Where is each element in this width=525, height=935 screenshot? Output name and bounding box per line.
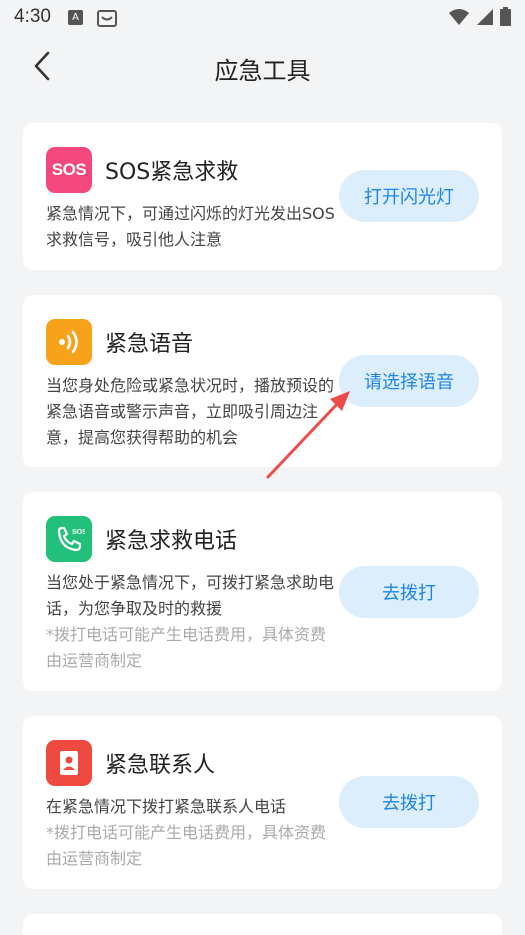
tool-desc: 当您身处危险或紧急状况时，播放预设的紧急语音或警示声音，立即吸引周边注意，提高您… <box>46 373 336 451</box>
tool-desc: 紧急情况下，可通过闪烁的灯光发出SOS求救信号，吸引他人注意 <box>46 201 336 253</box>
tool-desc-text: 在紧急情况下拨打紧急联系人电话 <box>46 797 287 816</box>
tool-title: 紧急求救电话 <box>105 529 238 554</box>
tool-card-contact: 紧急联系人 在紧急情况下拨打紧急联系人电话 *拨打电话可能产生电话费用，具体资费… <box>23 716 502 889</box>
status-bar: 4:30 A <box>0 0 525 34</box>
tool-title: 紧急语音 <box>105 332 194 357</box>
contact-card-icon <box>46 740 92 786</box>
signal-icon <box>477 8 493 25</box>
dial-emergency-button[interactable]: 去拨打 <box>339 566 479 618</box>
tool-card-partial <box>23 914 502 935</box>
tool-note: *拨打电话可能产生电话费用，具体资费由运营商制定 <box>46 625 327 670</box>
nav-bar: 应急工具 <box>0 34 525 98</box>
select-voice-button[interactable]: 请选择语音 <box>339 355 479 407</box>
tool-desc: 当您处于紧急情况下，可拨打紧急求助电话，为您争取及时的救援 *拨打电话可能产生电… <box>46 570 336 674</box>
face-tray-icon <box>97 10 117 27</box>
status-time: 4:30 <box>14 6 51 27</box>
tool-title: 紧急联系人 <box>105 753 216 778</box>
phone-glyph: SOS <box>57 526 85 552</box>
font-a-icon: A <box>68 10 83 25</box>
tool-card-sos: SOS SOS紧急求救 紧急情况下，可通过闪烁的灯光发出SOS求救信号，吸引他人… <box>23 123 502 270</box>
tool-desc-text: 紧急情况下，可通过闪烁的灯光发出SOS求救信号，吸引他人注意 <box>46 204 335 249</box>
status-right-icons <box>448 7 511 26</box>
wifi-icon <box>449 8 469 25</box>
tool-card-voice: 紧急语音 当您身处危险或紧急状况时，播放预设的紧急语音或警示声音，立即吸引周边注… <box>23 295 502 467</box>
svg-text:SOS: SOS <box>72 529 85 536</box>
tool-note: *拨打电话可能产生电话费用，具体资费由运营商制定 <box>46 823 327 868</box>
page-title: 应急工具 <box>214 57 311 85</box>
open-flashlight-button[interactable]: 打开闪光灯 <box>339 170 479 222</box>
tool-desc-text: 当您处于紧急情况下，可拨打紧急求助电话，为您争取及时的救援 <box>46 573 335 618</box>
tool-desc-text: 当您身处危险或紧急状况时，播放预设的紧急语音或警示声音，立即吸引周边注意，提高您… <box>46 376 335 447</box>
battery-icon <box>500 7 511 26</box>
dial-contact-button[interactable]: 去拨打 <box>339 776 479 828</box>
sound-wave-icon <box>46 319 92 365</box>
tool-card-phone: SOS 紧急求救电话 当您处于紧急情况下，可拨打紧急求助电话，为您争取及时的救援… <box>23 492 502 691</box>
phone-sos-icon: SOS <box>46 516 92 562</box>
sos-icon: SOS <box>46 147 92 193</box>
tool-title: SOS紧急求救 <box>105 160 239 185</box>
contact-glyph <box>60 751 78 775</box>
tool-desc: 在紧急情况下拨打紧急联系人电话 *拨打电话可能产生电话费用，具体资费由运营商制定 <box>46 794 336 872</box>
sound-wave-glyph <box>59 330 78 354</box>
